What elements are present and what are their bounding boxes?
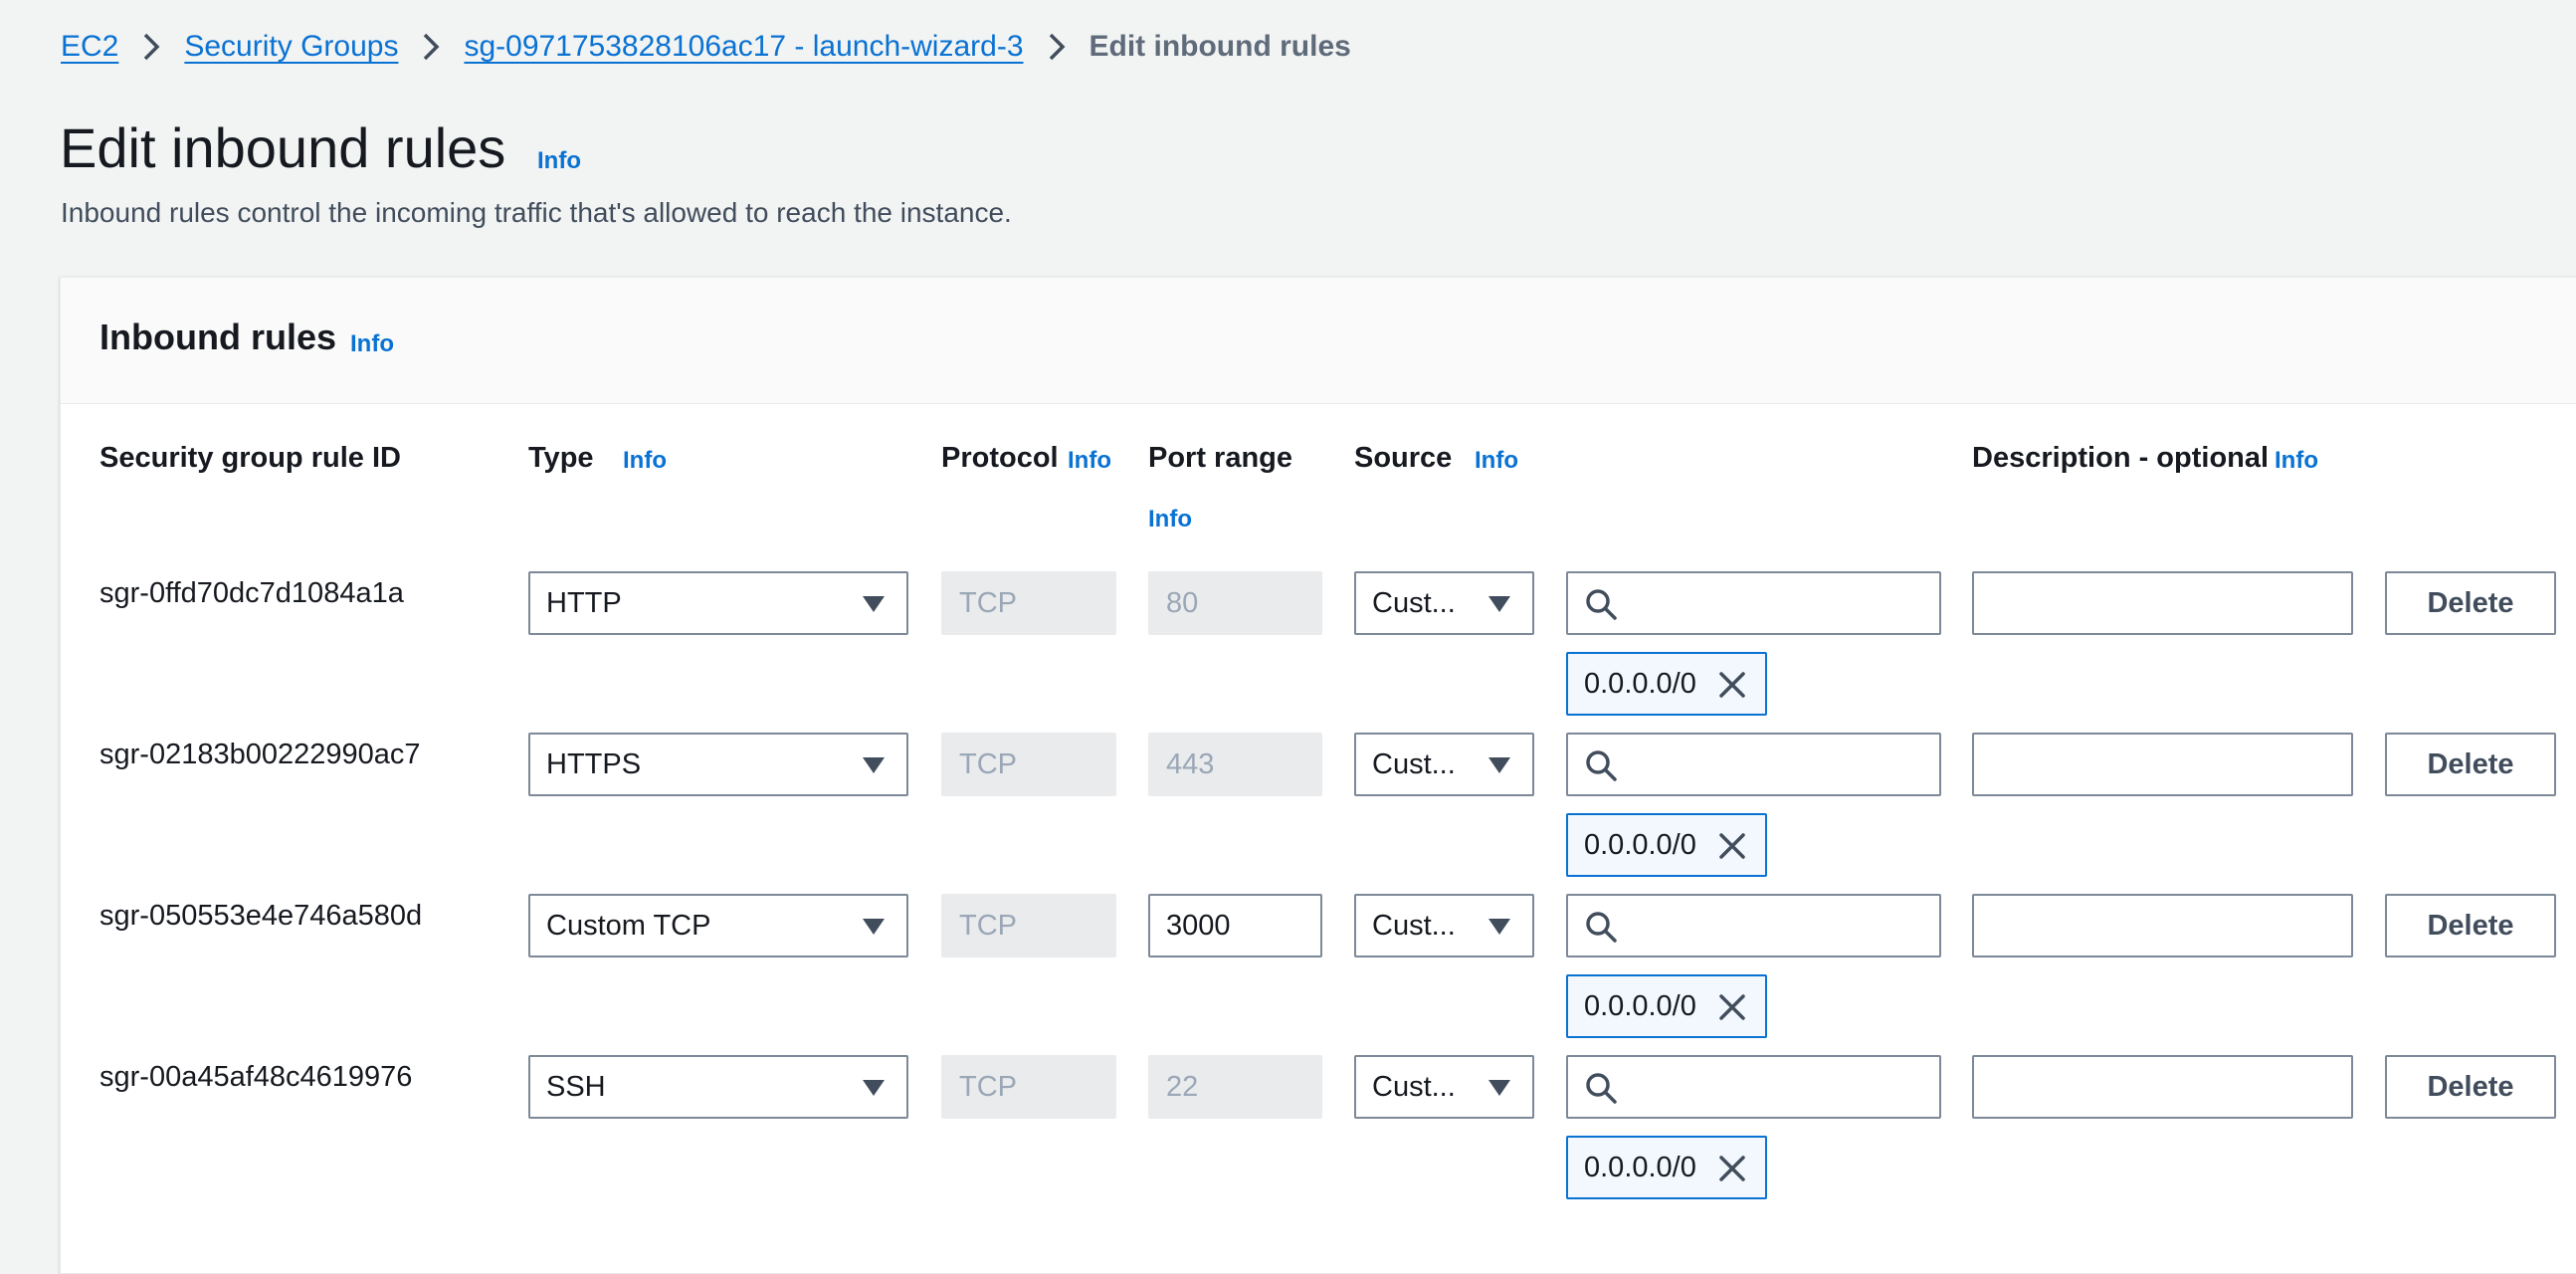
description-input[interactable]	[1972, 1055, 2353, 1119]
breadcrumb-ec2[interactable]: EC2	[61, 30, 118, 64]
source-search-input[interactable]	[1566, 733, 1941, 796]
panel-title: Inbound rules	[99, 317, 336, 357]
column-header-port-range: Port range	[1148, 442, 1293, 474]
description-input[interactable]	[1972, 733, 2353, 796]
type-select-value: HTTPS	[546, 747, 642, 780]
chevron-right-icon	[1048, 32, 1066, 62]
close-icon[interactable]	[1717, 670, 1747, 708]
cidr-token-value: 0.0.0.0/0	[1584, 667, 1696, 700]
port-info-link[interactable]: Info	[1148, 506, 1192, 533]
description-info-link[interactable]: Info	[2275, 447, 2318, 475]
cidr-token: 0.0.0.0/0	[1566, 813, 1767, 877]
rule-id: sgr-02183b00222990ac7	[99, 739, 421, 770]
port-range-input: 80	[1148, 571, 1322, 635]
protocol-value: TCP	[959, 747, 1017, 780]
cidr-token: 0.0.0.0/0	[1566, 1136, 1767, 1199]
description-input[interactable]	[1972, 894, 2353, 957]
protocol-field: TCP	[941, 894, 1116, 957]
protocol-field: TCP	[941, 1055, 1116, 1119]
protocol-value: TCP	[959, 586, 1017, 619]
close-icon[interactable]	[1717, 831, 1747, 869]
caret-down-icon	[863, 596, 885, 612]
rule-id: sgr-00a45af48c4619976	[99, 1061, 413, 1093]
delete-button[interactable]: Delete	[2385, 1055, 2556, 1119]
breadcrumb-current: Edit inbound rules	[1089, 30, 1351, 63]
close-icon[interactable]	[1717, 1154, 1747, 1191]
source-search-input[interactable]	[1566, 894, 1941, 957]
source-type-select[interactable]: Cust...	[1354, 733, 1534, 796]
panel-info-link[interactable]: Info	[350, 330, 394, 358]
source-type-value: Cust...	[1372, 1070, 1456, 1103]
column-header-source: Source	[1354, 442, 1453, 474]
type-select-value: HTTP	[546, 586, 622, 619]
search-icon	[1584, 748, 1618, 790]
rule-id: sgr-0ffd70dc7d1084a1a	[99, 577, 404, 609]
breadcrumb-security-groups[interactable]: Security Groups	[184, 30, 398, 64]
port-range-value: 3000	[1166, 909, 1231, 942]
column-header-protocol: Protocol	[941, 442, 1059, 474]
panel-header	[61, 278, 2576, 404]
source-type-select[interactable]: Cust...	[1354, 1055, 1534, 1119]
breadcrumb-security-group[interactable]: sg-0971753828106ac17 - launch-wizard-3	[464, 30, 1023, 64]
type-select[interactable]: Custom TCP	[528, 894, 908, 957]
search-icon	[1584, 1071, 1618, 1113]
port-range-value: 22	[1166, 1070, 1199, 1103]
breadcrumb: EC2 Security Groups sg-0971753828106ac17…	[61, 30, 1351, 64]
source-info-link[interactable]: Info	[1475, 447, 1518, 475]
description-input[interactable]	[1972, 571, 2353, 635]
port-range-input[interactable]: 3000	[1148, 894, 1322, 957]
search-icon	[1584, 910, 1618, 952]
protocol-value: TCP	[959, 1070, 1017, 1103]
rule-id: sgr-050553e4e746a580d	[99, 900, 423, 932]
port-range-value: 80	[1166, 586, 1199, 619]
page-title: Edit inbound rules	[60, 116, 506, 179]
caret-down-icon	[1488, 1080, 1510, 1096]
close-icon[interactable]	[1717, 992, 1747, 1030]
type-select-value: Custom TCP	[546, 909, 711, 942]
type-select[interactable]: SSH	[528, 1055, 908, 1119]
delete-button[interactable]: Delete	[2385, 571, 2556, 635]
caret-down-icon	[1488, 596, 1510, 612]
caret-down-icon	[863, 757, 885, 773]
port-range-value: 443	[1166, 747, 1215, 780]
port-range-input: 443	[1148, 733, 1322, 796]
cidr-token: 0.0.0.0/0	[1566, 974, 1767, 1038]
source-search-input[interactable]	[1566, 1055, 1941, 1119]
cidr-token-value: 0.0.0.0/0	[1584, 828, 1696, 861]
source-type-value: Cust...	[1372, 747, 1456, 780]
type-select[interactable]: HTTPS	[528, 733, 908, 796]
source-type-value: Cust...	[1372, 586, 1456, 619]
cidr-token-value: 0.0.0.0/0	[1584, 989, 1696, 1022]
type-select[interactable]: HTTP	[528, 571, 908, 635]
chevron-right-icon	[142, 32, 160, 62]
cidr-token: 0.0.0.0/0	[1566, 652, 1767, 716]
page-info-link[interactable]: Info	[537, 147, 581, 175]
column-header-rule-id: Security group rule ID	[99, 442, 401, 474]
type-select-value: SSH	[546, 1070, 606, 1103]
cidr-token-value: 0.0.0.0/0	[1584, 1151, 1696, 1183]
caret-down-icon	[1488, 919, 1510, 935]
caret-down-icon	[863, 1080, 885, 1096]
source-type-select[interactable]: Cust...	[1354, 894, 1534, 957]
protocol-field: TCP	[941, 733, 1116, 796]
delete-button[interactable]: Delete	[2385, 894, 2556, 957]
source-search-input[interactable]	[1566, 571, 1941, 635]
port-range-input: 22	[1148, 1055, 1322, 1119]
column-header-type: Type	[528, 442, 594, 474]
column-header-description: Description - optional	[1972, 442, 2270, 474]
protocol-info-link[interactable]: Info	[1068, 447, 1111, 475]
chevron-right-icon	[422, 32, 440, 62]
type-info-link[interactable]: Info	[623, 447, 667, 475]
caret-down-icon	[1488, 757, 1510, 773]
delete-button[interactable]: Delete	[2385, 733, 2556, 796]
protocol-value: TCP	[959, 909, 1017, 942]
source-type-select[interactable]: Cust...	[1354, 571, 1534, 635]
caret-down-icon	[863, 919, 885, 935]
source-type-value: Cust...	[1372, 909, 1456, 942]
page-description: Inbound rules control the incoming traff…	[61, 197, 1012, 228]
search-icon	[1584, 587, 1618, 629]
protocol-field: TCP	[941, 571, 1116, 635]
